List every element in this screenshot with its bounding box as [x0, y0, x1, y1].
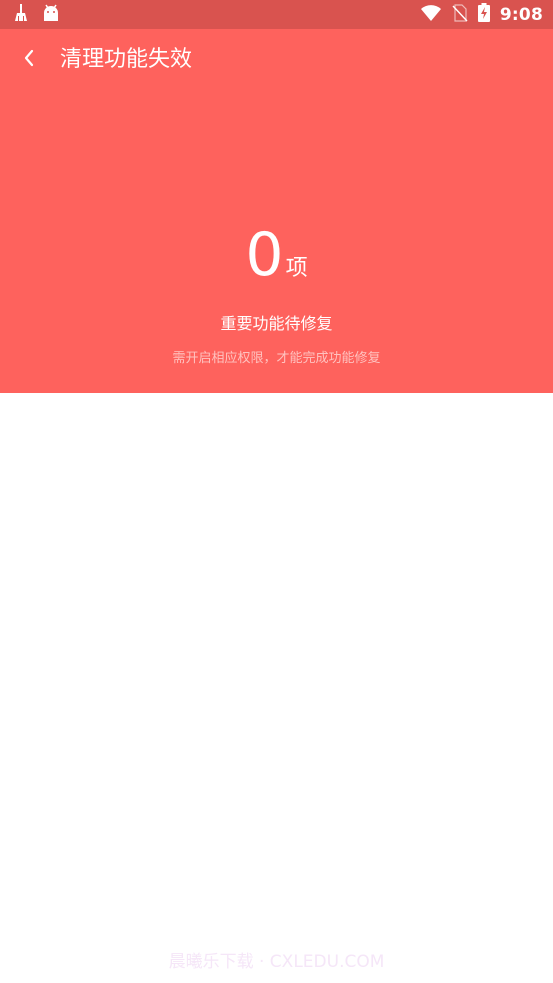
- status-left-icons: [14, 3, 60, 26]
- android-icon: [42, 4, 60, 26]
- status-right-icons: 9:08: [420, 3, 543, 26]
- issue-count-number: 0: [245, 220, 284, 290]
- chevron-left-icon: [23, 48, 35, 72]
- page-title: 清理功能失效: [60, 47, 193, 72]
- status-bar: 9:08: [0, 0, 553, 29]
- permission-hint: 需开启相应权限，才能完成功能修复: [172, 351, 381, 366]
- issue-count-unit: 项: [285, 256, 308, 281]
- summary-panel: 清理功能失效 0项 重要功能待修复 需开启相应权限，才能完成功能修复: [0, 29, 553, 393]
- summary-subtitle: 重要功能待修复: [220, 314, 333, 333]
- wifi-icon: [420, 4, 442, 26]
- cleaner-broom-icon: [14, 3, 28, 26]
- back-button[interactable]: [14, 45, 44, 75]
- issue-count: 0项: [0, 225, 553, 285]
- watermark: 晨曦乐下载 · CXLEDU.COM: [168, 952, 385, 972]
- status-time: 9:08: [499, 4, 543, 25]
- no-sim-icon: [452, 3, 468, 26]
- screen: 9:08 清理功能失效 0项 重要功能待修复 需开启相应权限，才能完成功能修复 …: [0, 0, 553, 983]
- battery-charging-icon: [477, 3, 490, 26]
